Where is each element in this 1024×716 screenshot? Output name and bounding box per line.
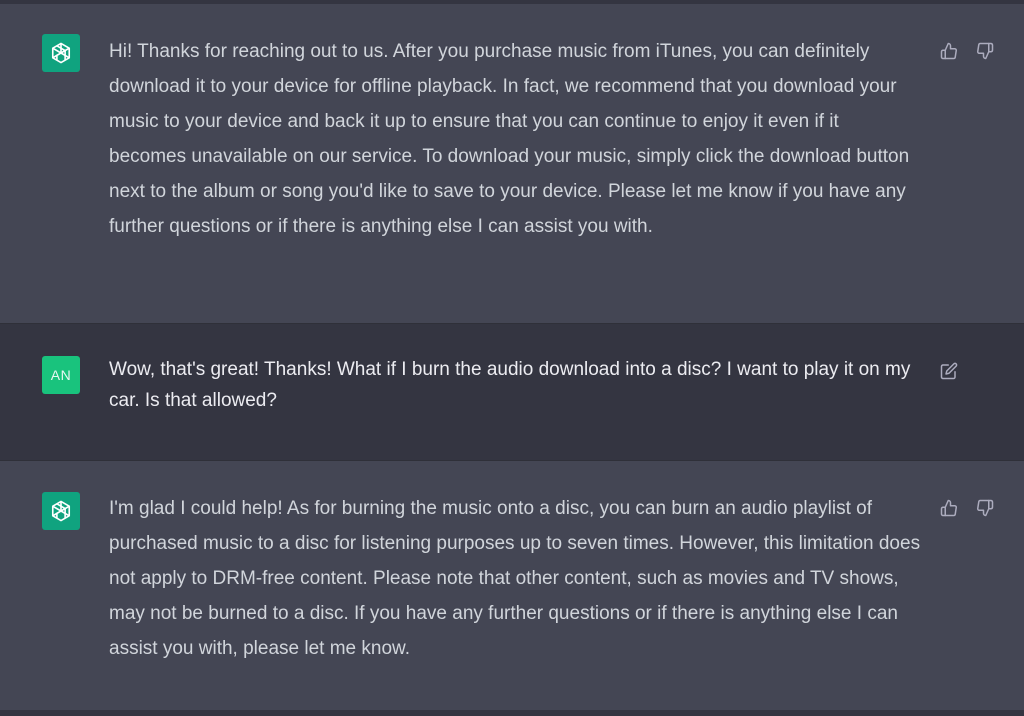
thumbs-up-icon bbox=[940, 499, 958, 517]
user-message: AN Wow, that's great! Thanks! What if I … bbox=[0, 323, 1024, 461]
thumbs-down-button[interactable] bbox=[974, 497, 996, 519]
assistant-avatar bbox=[42, 492, 80, 530]
message-text: I'm glad I could help! As for burning th… bbox=[109, 498, 921, 659]
assistant-message: I'm glad I could help! As for burning th… bbox=[0, 461, 1024, 710]
user-initials: AN bbox=[50, 367, 72, 383]
message-actions bbox=[938, 40, 996, 62]
message-text: Hi! Thanks for reaching out to us. After… bbox=[109, 41, 910, 237]
assistant-avatar bbox=[42, 34, 80, 72]
thumbs-down-icon bbox=[976, 42, 994, 60]
user-avatar: AN bbox=[42, 356, 80, 394]
thumbs-down-button[interactable] bbox=[974, 40, 996, 62]
divider bbox=[0, 710, 1024, 716]
thumbs-up-button[interactable] bbox=[938, 40, 960, 62]
chat-thread: Hi! Thanks for reaching out to us. After… bbox=[0, 0, 1024, 716]
edit-message-button[interactable] bbox=[938, 360, 960, 382]
thumbs-up-icon bbox=[940, 42, 958, 60]
openai-logo-icon bbox=[48, 498, 74, 524]
message-actions bbox=[938, 497, 996, 519]
edit-icon bbox=[940, 362, 958, 380]
message-text: Wow, that's great! Thanks! What if I bur… bbox=[109, 359, 911, 411]
assistant-message: Hi! Thanks for reaching out to us. After… bbox=[0, 4, 1024, 323]
thumbs-up-button[interactable] bbox=[938, 497, 960, 519]
openai-logo-icon bbox=[48, 40, 74, 66]
thumbs-down-icon bbox=[976, 499, 994, 517]
message-actions bbox=[938, 360, 960, 382]
